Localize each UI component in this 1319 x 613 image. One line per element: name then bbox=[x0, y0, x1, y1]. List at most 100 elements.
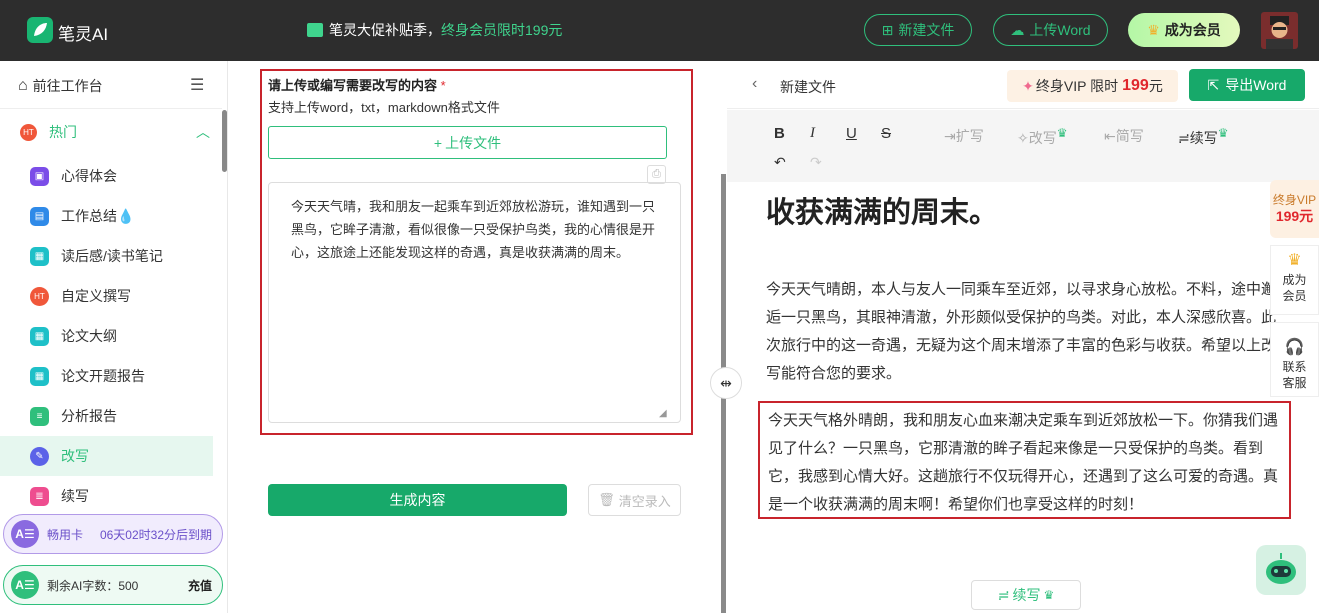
strikethrough-icon[interactable]: S bbox=[881, 125, 891, 142]
home-icon: ⌂ bbox=[18, 77, 28, 94]
required-mark: * bbox=[440, 78, 446, 93]
crown-icon: ♛ bbox=[1217, 126, 1229, 140]
new-file-button[interactable]: ⊞ 新建文件 bbox=[864, 14, 972, 46]
top-bar: 笔灵AI 笔灵大促补贴季，终身会员限时199元 ⊞ 新建文件 ☁ 上传Word ♛ 成… bbox=[0, 0, 1319, 61]
sidebar-item-rewrite[interactable]: ✎ 改写 bbox=[0, 436, 213, 476]
continue-write-button[interactable]: ≓ 续写 ♛ bbox=[971, 580, 1081, 610]
clear-input-button[interactable]: 🗑 清空录入 bbox=[588, 484, 681, 516]
sidebar-item-label: 论文大纲 bbox=[61, 328, 117, 344]
continue-label: 续写 bbox=[1189, 130, 1218, 146]
expand-tool[interactable]: ⇥扩写 bbox=[944, 126, 984, 146]
simplify-tool[interactable]: ⇤简写 bbox=[1104, 126, 1144, 146]
crown-icon: ♛ bbox=[1287, 252, 1302, 269]
bold-icon[interactable]: B bbox=[774, 125, 785, 142]
trash-icon: 🗑 bbox=[598, 492, 615, 507]
rewrite-icon: ✎ bbox=[30, 446, 49, 466]
redo-icon[interactable]: ↷ bbox=[810, 154, 822, 171]
italic-icon[interactable]: I bbox=[810, 125, 815, 142]
sidebar-scrollbar[interactable] bbox=[222, 110, 227, 172]
pass-card[interactable]: A☰ 畅用卡 06天02时32分后到期 bbox=[3, 514, 223, 554]
ai-badge-icon: A☰ bbox=[11, 571, 39, 599]
promo-highlight: 终身会员限时199元 bbox=[441, 22, 563, 38]
hot-label: 热门 bbox=[49, 124, 77, 140]
float-contact-button[interactable]: 🎧 联系客服 bbox=[1270, 322, 1319, 397]
expand-label: 扩写 bbox=[955, 128, 984, 144]
sidebar-item-work-summary[interactable]: ▤ 工作总结💧 bbox=[0, 196, 213, 236]
vip-offer-label: 终身VIP 限时 bbox=[1035, 78, 1119, 94]
cloud-upload-icon: ☁ bbox=[1010, 21, 1025, 38]
clear-input-label: 清空录入 bbox=[618, 493, 671, 509]
sidebar-item-label: 心得体会 bbox=[61, 168, 117, 184]
expand-icon: ⇥ bbox=[944, 128, 956, 144]
book-icon: ▦ bbox=[30, 366, 49, 386]
wand-icon: ✧ bbox=[1017, 130, 1029, 146]
resize-handle-icon[interactable]: ◢ bbox=[659, 408, 667, 419]
generate-button[interactable]: 生成内容 bbox=[268, 484, 567, 516]
new-file-icon: ⊞ bbox=[881, 21, 894, 38]
sidebar-item-label: 论文开题报告 bbox=[61, 368, 145, 384]
sidebar-item-xinde[interactable]: ▣ 心得体会 bbox=[0, 156, 213, 196]
assistant-robot-icon[interactable] bbox=[1256, 545, 1306, 595]
result-title: 收获满满的周末。 bbox=[766, 197, 999, 229]
continue-icon: ≓ bbox=[1178, 130, 1190, 146]
continue-tool[interactable]: ≓续写♛ bbox=[1178, 126, 1229, 148]
sidebar-item-proposal[interactable]: ▦ 论文开题报告 bbox=[0, 356, 213, 396]
briefcase-icon: ▤ bbox=[30, 206, 49, 226]
collapse-menu-icon[interactable]: ☰ bbox=[190, 75, 204, 95]
recharge-button[interactable]: 充值 bbox=[188, 577, 212, 594]
chevron-up-icon: ︿ bbox=[196, 124, 210, 140]
plus-icon: + bbox=[433, 134, 443, 151]
float-member-label: 成为会员 bbox=[1282, 273, 1307, 303]
upload-file-label: 上传文件 bbox=[445, 134, 502, 151]
upload-word-button[interactable]: ☁ 上传Word bbox=[993, 14, 1108, 46]
book-icon: ▦ bbox=[30, 246, 49, 266]
vip-offer-unit: 元 bbox=[1148, 78, 1163, 94]
simplify-label: 简写 bbox=[1115, 128, 1144, 144]
result-doc-title: 新建文件 bbox=[780, 79, 836, 95]
float-vip-price: 199元 bbox=[1275, 208, 1314, 224]
workbench-link[interactable]: ⌂ 前往工作台 bbox=[18, 76, 103, 96]
rewrite-tool[interactable]: ✧改写♛ bbox=[1017, 126, 1068, 148]
sidebar-item-label: 读后感/读书笔记 bbox=[61, 248, 163, 264]
hot-section-header[interactable]: HT 热门 ︿ bbox=[20, 122, 210, 142]
promo-banner[interactable]: 笔灵大促补贴季，终身会员限时199元 bbox=[307, 20, 562, 40]
export-icon: ⇱ bbox=[1207, 76, 1220, 93]
underline-icon[interactable]: U bbox=[846, 125, 857, 142]
sidebar-item-analysis-report[interactable]: ≡ 分析报告 bbox=[0, 396, 213, 436]
sidebar-item-thesis-outline[interactable]: ▦ 论文大纲 bbox=[0, 316, 213, 356]
export-word-button[interactable]: ⇱ 导出Word bbox=[1189, 69, 1305, 101]
float-vip-offer[interactable]: 终身VIP 199元 bbox=[1270, 180, 1319, 238]
continue-write-label: 续写 bbox=[1012, 587, 1041, 603]
vip-offer-price: 199 bbox=[1122, 77, 1149, 94]
notebook-icon: ▣ bbox=[30, 166, 49, 186]
input-label: 请上传或编写需要改写的内容 * bbox=[268, 75, 446, 94]
book-icon: ▦ bbox=[30, 326, 49, 346]
undo-icon[interactable]: ↶ bbox=[774, 154, 786, 171]
content-textarea[interactable]: 今天天气晴，我和朋友一起乘车到近郊放松游玩，谁知遇到一只黑鸟，它眸子清澈，看似很… bbox=[268, 182, 681, 423]
become-member-button[interactable]: ♛ 成为会员 bbox=[1128, 13, 1240, 47]
rewrite-label: 改写 bbox=[1028, 130, 1057, 146]
float-contact-label: 联系客服 bbox=[1282, 360, 1307, 390]
float-member-button[interactable]: ♛ 成为会员 bbox=[1270, 245, 1319, 315]
resize-arrows-icon[interactable]: ⇹ bbox=[710, 367, 742, 399]
ai-badge-icon: A☰ bbox=[11, 520, 39, 548]
crown-icon: ♛ bbox=[1056, 126, 1068, 140]
vip-offer-pill[interactable]: ✦ 终身VIP 限时 199 元 bbox=[1007, 70, 1178, 102]
continue-icon: ≓ bbox=[997, 586, 1010, 603]
headset-icon: 🎧 bbox=[1284, 339, 1305, 356]
fire-icon: HT bbox=[20, 123, 37, 141]
logo-text: 笔灵AI bbox=[58, 25, 109, 44]
sidebar-item-custom-write[interactable]: HT 自定义撰写 bbox=[0, 276, 213, 316]
simplify-icon: ⇤ bbox=[1104, 128, 1116, 144]
format-hint: 支持上传word，txt，markdown格式文件 bbox=[268, 100, 500, 115]
upload-word-label: 上传Word bbox=[1029, 22, 1091, 38]
sidebar-item-reading-notes[interactable]: ▦ 读后感/读书笔记 bbox=[0, 236, 213, 276]
user-avatar[interactable] bbox=[1261, 12, 1298, 49]
back-arrow-icon[interactable]: ‹ bbox=[752, 75, 757, 93]
sidebar-item-continue[interactable]: ≣ 续写 bbox=[0, 476, 213, 516]
sidebar-item-label: 分析报告 bbox=[61, 408, 117, 424]
result-paragraph-1: 今天天气晴朗，本人与友人一同乘车至近郊，以寻求身心放松。不料，途中邂逅一只黑鸟，… bbox=[766, 281, 1277, 382]
workbench-label: 前往工作台 bbox=[32, 78, 103, 94]
become-member-label: 成为会员 bbox=[1164, 22, 1221, 38]
upload-file-button[interactable]: + 上传文件 bbox=[268, 126, 667, 159]
